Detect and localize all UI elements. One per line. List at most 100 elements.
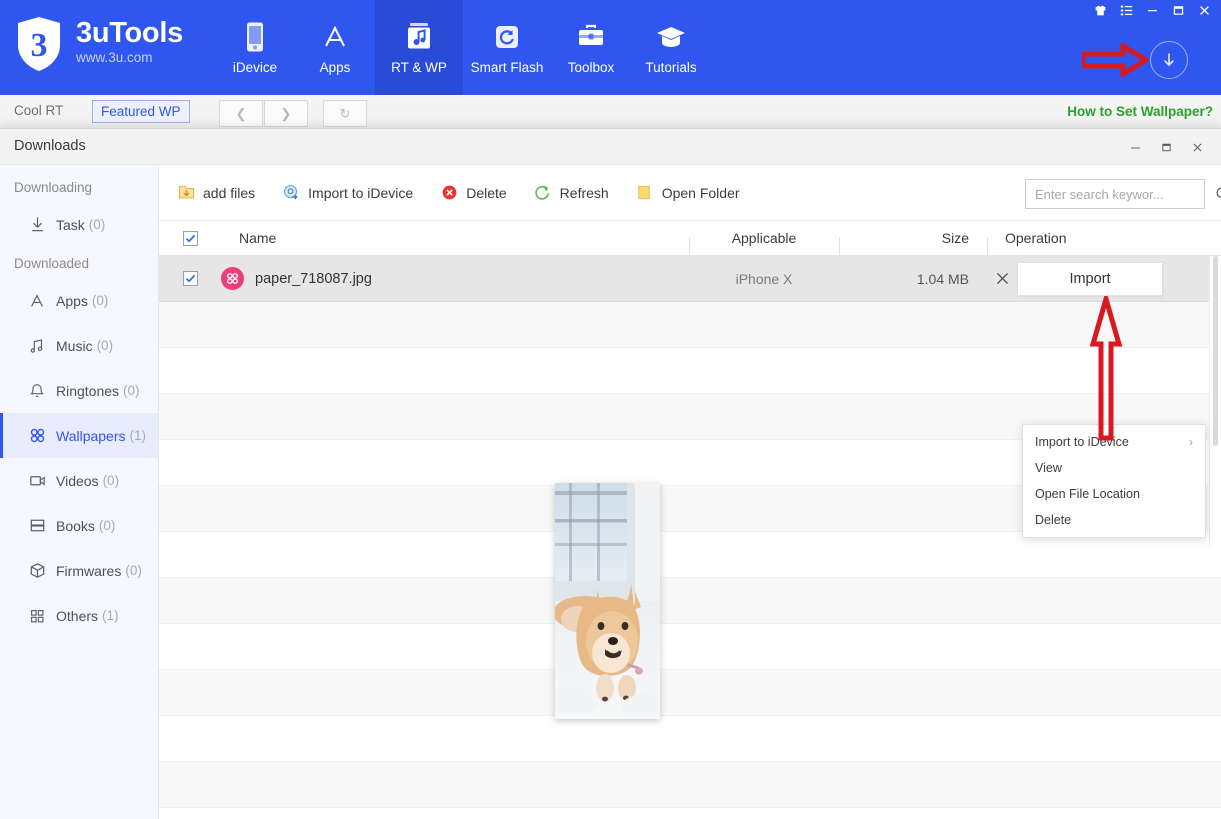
nav-item-idevice[interactable]: iDevice	[215, 0, 295, 95]
sidebar-item-task[interactable]: Task (0)	[0, 202, 158, 247]
table-row-empty	[159, 624, 1221, 670]
sidebar-item-apps[interactable]: Apps (0)	[0, 278, 158, 323]
reload-icon[interactable]: ↻	[323, 100, 367, 127]
sidebar-item-label: Ringtones	[56, 383, 119, 399]
sidebar-item-music[interactable]: Music (0)	[0, 323, 158, 368]
folder-icon	[635, 183, 655, 203]
wallpaper-file-icon	[221, 267, 244, 290]
import-device-icon	[281, 183, 301, 203]
column-header-size[interactable]: Size	[839, 230, 987, 246]
nav-label: Tutorials	[645, 60, 696, 75]
sidebar-group-downloaded: Downloaded	[0, 247, 158, 278]
search-box[interactable]	[1025, 179, 1205, 209]
sidebar-group-downloading: Downloading	[0, 171, 158, 202]
download-circle-icon[interactable]	[1150, 41, 1188, 79]
action-toolbar: add files Import to iDevice	[159, 165, 1221, 221]
add-files-icon	[176, 183, 196, 203]
dialog-window-controls	[1120, 129, 1213, 165]
dialog-minimize-icon[interactable]	[1120, 129, 1151, 165]
forward-icon[interactable]: ❯	[264, 100, 308, 127]
table-row-empty	[159, 716, 1221, 762]
search-icon[interactable]	[1215, 186, 1221, 202]
row-checkbox[interactable]	[183, 271, 198, 286]
nav-item-rt-wp[interactable]: RT & WP	[375, 0, 463, 95]
sidebar-item-label: Apps	[56, 293, 88, 309]
download-arrow-icon	[26, 216, 48, 233]
select-all-checkbox[interactable]	[183, 231, 198, 246]
sidebar-item-count: (1)	[130, 428, 147, 443]
flower-icon	[26, 426, 48, 445]
row-operation-cell: Import	[987, 262, 1187, 296]
sidebar: Downloading Task (0) Downloaded Apps (0)	[0, 165, 159, 819]
context-menu-item-view[interactable]: View	[1023, 455, 1205, 481]
row-applicable: iPhone X	[689, 271, 839, 287]
open-folder-button[interactable]: Open Folder	[635, 183, 740, 203]
music-note-icon	[26, 337, 48, 355]
bg-tab-featured-wp[interactable]: Featured WP	[92, 100, 190, 123]
table-row-empty	[159, 670, 1221, 716]
vertical-scrollbar[interactable]	[1209, 256, 1221, 546]
row-import-button[interactable]: Import	[1017, 262, 1163, 296]
sidebar-item-ringtones[interactable]: Ringtones (0)	[0, 368, 158, 413]
app-root: 3 3uTools www.3u.com iDevice	[0, 0, 1221, 819]
dialog-close-icon[interactable]	[1182, 129, 1213, 165]
add-files-button[interactable]: add files	[176, 183, 255, 203]
import-to-idevice-button[interactable]: Import to iDevice	[281, 183, 413, 203]
toolbar-label: Open Folder	[662, 185, 740, 201]
refresh-flash-icon	[493, 20, 521, 54]
context-menu-item-delete[interactable]: Delete	[1023, 507, 1205, 533]
column-header-name[interactable]: Name	[221, 230, 689, 246]
column-divider	[689, 237, 690, 257]
sidebar-item-others[interactable]: Others (1)	[0, 593, 158, 638]
search-input[interactable]	[1026, 187, 1215, 202]
sidebar-item-wallpapers[interactable]: Wallpapers (1)	[0, 413, 158, 458]
sidebar-item-books[interactable]: Books (0)	[0, 503, 158, 548]
nav-item-toolbox[interactable]: Toolbox	[551, 0, 631, 95]
row-select-cell	[159, 271, 221, 286]
back-icon[interactable]: ❮	[219, 100, 263, 127]
how-to-set-wallpaper-link[interactable]: How to Set Wallpaper?	[1067, 104, 1213, 119]
row-remove-icon[interactable]	[987, 271, 1017, 286]
minimize-icon[interactable]	[1139, 0, 1165, 20]
dialog-maximize-icon[interactable]	[1151, 129, 1182, 165]
context-menu-label: View	[1035, 461, 1062, 475]
refresh-button[interactable]: Refresh	[533, 183, 609, 203]
refresh-circle-icon	[533, 183, 553, 203]
sidebar-item-videos[interactable]: Videos (0)	[0, 458, 158, 503]
dialog-titlebar: Downloads	[0, 129, 1221, 165]
table-row-empty	[159, 578, 1221, 624]
delete-button[interactable]: Delete	[439, 183, 506, 203]
column-header-size-label: Size	[942, 230, 969, 246]
ringtone-wallpaper-icon	[405, 20, 433, 54]
context-menu-item-import-to-idevice[interactable]: Import to iDevice ›	[1023, 429, 1205, 455]
maximize-icon[interactable]	[1165, 0, 1191, 20]
column-divider	[987, 237, 988, 257]
nav-item-apps[interactable]: Apps	[295, 0, 375, 95]
delete-circle-icon	[439, 183, 459, 203]
table-row[interactable]: paper_718087.jpg iPhone X 1.04 MB Import	[159, 256, 1221, 302]
column-header-operation[interactable]: Operation	[987, 230, 1187, 246]
nav-item-tutorials[interactable]: Tutorials	[631, 0, 711, 95]
skin-icon[interactable]	[1087, 0, 1113, 20]
appstore-icon	[26, 292, 48, 310]
close-icon[interactable]	[1191, 0, 1217, 20]
list-icon[interactable]	[1113, 0, 1139, 20]
brand: 3 3uTools www.3u.com	[14, 16, 183, 72]
column-header-applicable[interactable]: Applicable	[689, 230, 839, 246]
scrollbar-thumb[interactable]	[1213, 256, 1218, 446]
toolbar-label: Refresh	[560, 185, 609, 201]
appstore-icon	[320, 20, 350, 54]
sidebar-item-firmwares[interactable]: Firmwares (0)	[0, 548, 158, 593]
downloads-dialog: Downloads Downloading	[0, 128, 1221, 819]
nav-item-smart-flash[interactable]: Smart Flash	[463, 0, 551, 95]
context-menu-item-open-file-location[interactable]: Open File Location	[1023, 481, 1205, 507]
context-menu-label: Delete	[1035, 513, 1071, 527]
bg-tab-cool-rt[interactable]: Cool RT	[14, 103, 63, 118]
sidebar-item-label: Music	[56, 338, 93, 354]
sidebar-item-label: Wallpapers	[56, 428, 126, 444]
nav-label: Toolbox	[568, 60, 615, 75]
main-header: 3 3uTools www.3u.com iDevice	[0, 0, 1221, 95]
row-file-name: paper_718087.jpg	[255, 271, 372, 287]
bell-icon	[26, 382, 48, 400]
chevron-right-icon: ›	[1189, 435, 1193, 449]
